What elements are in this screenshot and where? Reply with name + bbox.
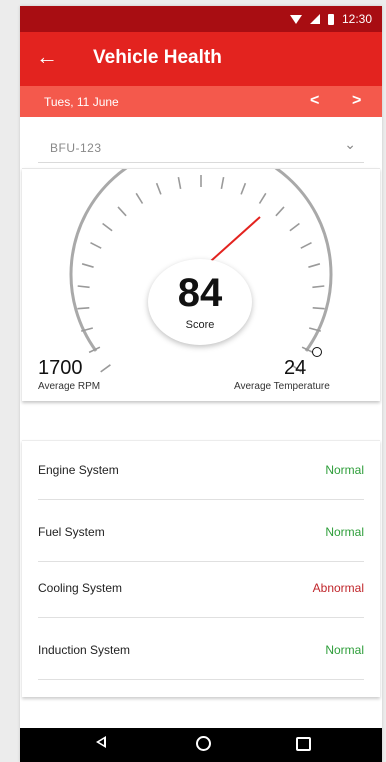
gauge-card: 84 Score 1700 Average RPM 24 Average Tem…: [22, 168, 380, 401]
gauge-tick: [300, 241, 312, 249]
gauge-tick: [275, 206, 285, 217]
nav-recents-icon[interactable]: [296, 737, 311, 751]
average-rpm-label: Average RPM: [38, 381, 101, 392]
battery-icon: [327, 13, 334, 25]
app-bar: ← Vehicle Health: [20, 32, 382, 86]
gauge-tick: [240, 182, 247, 195]
gauge-tick: [289, 222, 300, 232]
system-name: Induction System: [38, 643, 131, 657]
system-row-fuel[interactable]: Fuel System Normal: [38, 503, 364, 562]
arrow-left-icon[interactable]: ←: [36, 45, 58, 69]
system-status: Normal: [325, 643, 364, 657]
system-row-cooling[interactable]: Cooling System Abnormal: [38, 559, 364, 618]
navigation-bar: [20, 728, 382, 762]
score-label: Score: [185, 319, 215, 331]
gauge-tick: [117, 206, 127, 217]
status-icons: 12:30: [289, 12, 372, 26]
system-name: Cooling System: [38, 581, 123, 595]
gauge-tick: [258, 192, 267, 204]
gauge-tick: [135, 192, 144, 204]
date-bar: Tues, 11 June < >: [20, 86, 382, 117]
system-name: Engine System: [38, 463, 119, 477]
gauge-tick: [220, 176, 225, 190]
gauge-tick: [90, 241, 102, 249]
gauge-tick: [312, 285, 325, 289]
score-value: 84: [177, 271, 223, 315]
average-temperature-label: Average Temperature: [234, 381, 330, 392]
previous-date-button[interactable]: <: [310, 92, 319, 110]
system-status: Normal: [325, 525, 364, 539]
chevron-down-icon: ⌄: [344, 136, 356, 152]
status-time: 12:30: [341, 12, 372, 26]
system-name: Fuel System: [38, 525, 105, 539]
average-rpm-value: 1700: [38, 357, 83, 379]
system-row-induction[interactable]: Induction System Normal: [38, 621, 364, 680]
average-temperature-value: 24: [284, 357, 307, 379]
gauge-tick: [312, 307, 325, 310]
nav-home-icon[interactable]: [196, 736, 211, 751]
date-label: Tues, 11 June: [44, 95, 119, 109]
vehicle-select[interactable]: BFU-123 ⌄: [38, 130, 364, 163]
gauge-tick: [102, 222, 113, 232]
gauge-tick: [155, 182, 162, 195]
gauge-tick: [177, 176, 182, 190]
gauge-tick: [308, 263, 321, 268]
degree-icon: [312, 347, 322, 357]
signal-icon: [309, 14, 320, 24]
gauge-tick: [81, 263, 94, 268]
gauge-tick: [77, 307, 90, 310]
page-title: Vehicle Health: [93, 47, 222, 68]
phone-screen: 12:30 ← Vehicle Health Tues, 11 June < >…: [20, 6, 382, 762]
system-row-engine[interactable]: Engine System Normal: [38, 441, 364, 500]
next-date-button[interactable]: >: [352, 92, 361, 110]
system-status: Abnormal: [312, 581, 364, 595]
score-circle: 84 Score: [148, 259, 252, 345]
vehicle-select-value: BFU-123: [50, 141, 102, 155]
systems-list: Engine System Normal Fuel System Normal …: [22, 440, 380, 697]
gauge-tick: [100, 364, 111, 373]
gauge-tick: [77, 285, 90, 289]
status-bar: 12:30: [20, 6, 382, 32]
wifi-icon: [289, 14, 302, 24]
nav-back-icon[interactable]: [96, 736, 106, 748]
system-status: Normal: [325, 463, 364, 477]
